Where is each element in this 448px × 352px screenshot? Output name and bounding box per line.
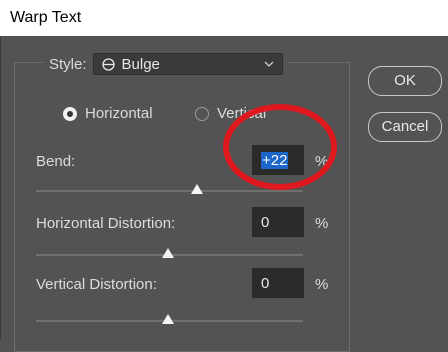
horizontal-distortion-slider-thumb[interactable] (162, 248, 174, 258)
bend-label: Bend: (36, 153, 76, 170)
window-title: Warp Text (10, 9, 82, 26)
bend-slider-thumb[interactable] (191, 184, 203, 194)
chevron-down-icon (264, 61, 273, 67)
bend-input[interactable]: +22 (252, 145, 304, 175)
style-row: Style: Bulge (43, 52, 289, 76)
warp-text-dialog: Style: Bulge Horizontal Vertical Bend: +… (0, 36, 448, 352)
bend-slider-track[interactable] (36, 190, 303, 192)
bend-value: +22 (261, 152, 289, 169)
radio-vertical[interactable]: Vertical (195, 105, 266, 122)
bend-unit: % (315, 153, 329, 170)
horizontal-distortion-unit: % (315, 215, 329, 232)
style-dropdown[interactable]: Bulge (92, 53, 283, 75)
vertical-distortion-slider-thumb[interactable] (162, 314, 174, 324)
radio-selected-icon (63, 106, 77, 121)
radio-horizontal[interactable]: Horizontal (63, 105, 153, 122)
horizontal-distortion-value: 0 (261, 214, 270, 231)
radio-horizontal-label: Horizontal (85, 105, 153, 122)
vertical-distortion-unit: % (315, 276, 329, 293)
radio-unselected-icon (195, 106, 209, 121)
horizontal-distortion-input[interactable]: 0 (252, 207, 304, 237)
style-label: Style: (49, 55, 87, 73)
horizontal-distortion-label: Horizontal Distortion: (36, 215, 176, 232)
ok-button[interactable]: OK (368, 66, 442, 96)
vertical-distortion-input[interactable]: 0 (252, 268, 304, 298)
cancel-button[interactable]: Cancel (368, 112, 442, 142)
bulge-icon (101, 57, 115, 71)
style-selected-value: Bulge (121, 55, 160, 73)
radio-vertical-label: Vertical (217, 105, 267, 122)
title-bar: Warp Text (0, 0, 448, 36)
vertical-distortion-label: Vertical Distortion: (36, 276, 157, 293)
vertical-distortion-value: 0 (261, 275, 270, 292)
